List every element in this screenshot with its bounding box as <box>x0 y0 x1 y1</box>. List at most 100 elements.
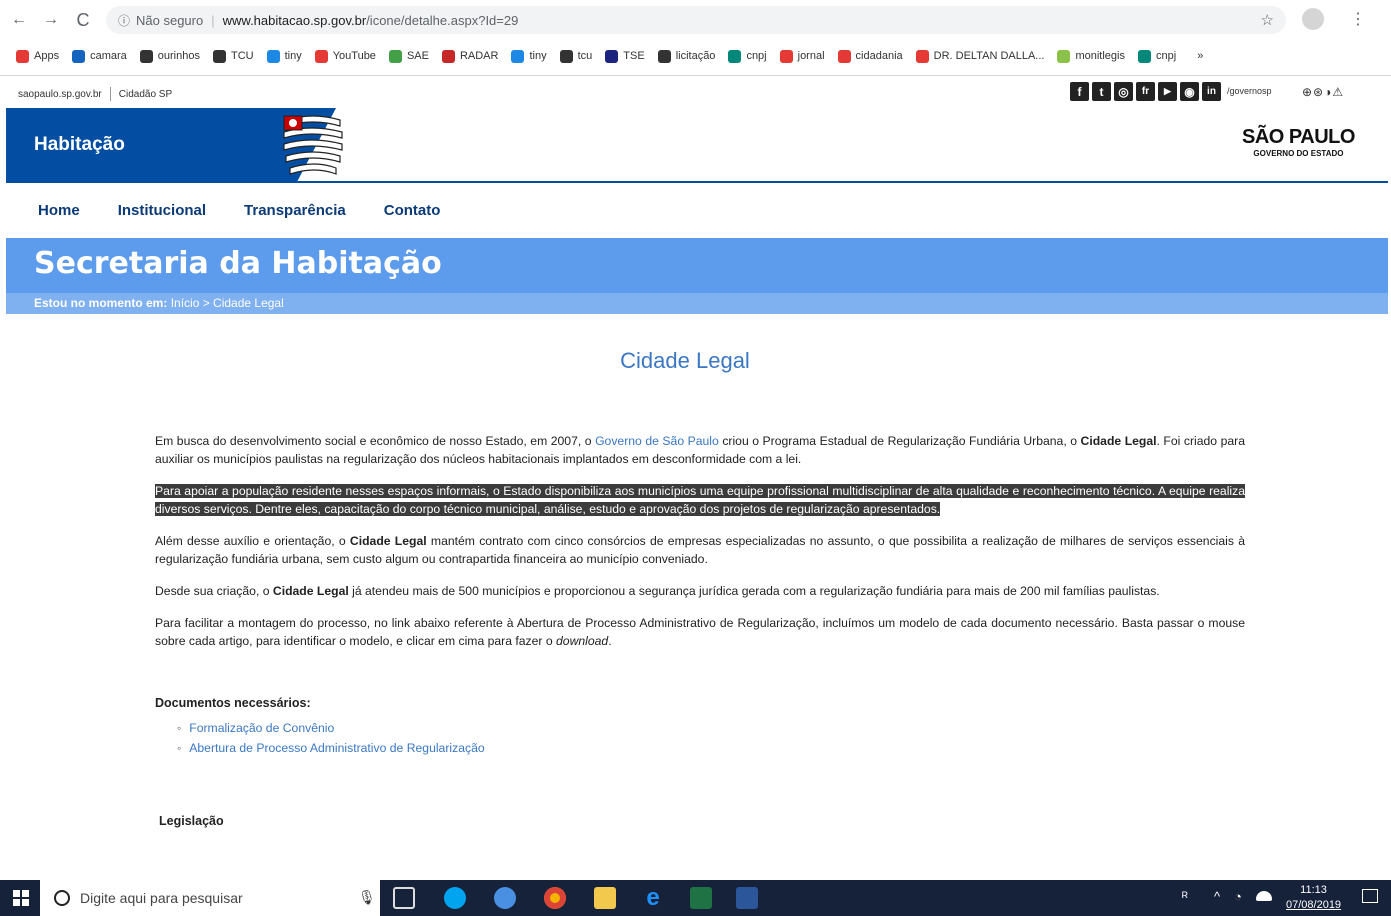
citizen-link[interactable]: Cidadão SP <box>119 89 172 100</box>
bookmark-favicon-icon <box>657 49 671 63</box>
bookmarks-bar: Apps camara ourinhos TCU tiny YouTube SAE RADAR… <box>0 40 1391 72</box>
bookmark-item[interactable]: DR. DELTAN DALLA... <box>915 49 1045 63</box>
breadcrumb-prefix: Estou no momento em: <box>34 296 168 310</box>
bookmark-item[interactable]: RADAR <box>441 49 499 63</box>
bookmark-favicon-icon <box>605 49 619 63</box>
facebook-icon[interactable]: f <box>1070 82 1089 101</box>
bookmark-favicon-icon <box>388 49 402 63</box>
bookmark-favicon-icon <box>1057 49 1071 63</box>
bookmark-item[interactable]: tiny <box>511 49 547 63</box>
bookmark-label: cnpj <box>1156 50 1177 62</box>
sp-flag-icon <box>283 115 343 175</box>
periscope-icon[interactable]: ◉ <box>1180 82 1199 101</box>
site-title[interactable]: Habitação <box>34 134 125 156</box>
bookmark-item[interactable]: Apps <box>16 49 60 63</box>
flickr-icon[interactable]: fr <box>1136 82 1155 101</box>
forward-button[interactable]: → <box>38 7 64 33</box>
bookmark-item[interactable]: licitação <box>657 49 715 63</box>
main-nav: Home Institucional Transparência Contato <box>6 190 1388 230</box>
bookmarks-more-icon[interactable]: » <box>1197 50 1203 62</box>
taskbar-clock[interactable]: 11:13 07/08/2019 <box>1286 883 1341 913</box>
bookmark-label: DR. DELTAN DALLA... <box>933 50 1045 62</box>
bookmark-favicon-icon <box>212 49 226 63</box>
site-header: Habitação SÃO PAULO GOVERNO DO ESTADO <box>6 108 1388 183</box>
accessibility-icons[interactable]: ⊕⊛◑⚠ <box>1302 85 1344 99</box>
youtube-icon[interactable]: ▶ <box>1158 82 1177 101</box>
microphone-icon[interactable]: 🎙 <box>358 889 376 906</box>
bookmark-item[interactable]: tcu <box>559 49 592 63</box>
skype-icon[interactable] <box>444 887 466 909</box>
bookmark-label: TSE <box>623 50 645 62</box>
security-label: Não seguro <box>136 12 204 28</box>
taskbar-search[interactable]: Digite aqui para pesquisar 🎙 <box>40 880 380 916</box>
edge-icon[interactable]: e <box>642 886 664 910</box>
bookmark-item[interactable]: ourinhos <box>139 49 200 63</box>
app-icon[interactable] <box>494 887 516 909</box>
info-icon[interactable]: ⓘ <box>118 12 130 29</box>
tray-chevron-icon[interactable]: ^ <box>1214 889 1220 904</box>
nav-institucional[interactable]: Institucional <box>118 202 206 219</box>
nav-contato[interactable]: Contato <box>384 202 441 219</box>
bookmark-item[interactable]: cnpj <box>1138 49 1177 63</box>
bookmark-favicon-icon <box>837 49 851 63</box>
windows-start-icon[interactable] <box>13 890 29 906</box>
bookmark-item[interactable]: tiny <box>266 49 302 63</box>
instagram-icon[interactable]: ◎ <box>1114 82 1133 101</box>
bookmark-item[interactable]: cidadania <box>837 49 903 63</box>
wifi-icon[interactable]: ◔ <box>1234 889 1242 904</box>
search-placeholder: Digite aqui para pesquisar <box>80 890 243 906</box>
bookmark-favicon-icon <box>441 49 455 63</box>
file-explorer-icon[interactable] <box>594 887 616 909</box>
weather-cloud-icon[interactable] <box>1256 891 1272 901</box>
paragraph-3: Além desse auxílio e orientação, o Cidad… <box>155 534 1245 566</box>
word-icon[interactable] <box>736 887 758 909</box>
bookmark-label: Apps <box>34 50 60 62</box>
main-content: Cidade Legal Em busca do desenvolvimento… <box>155 330 1245 828</box>
sao-paulo-logo[interactable]: SÃO PAULO GOVERNO DO ESTADO <box>1242 126 1355 158</box>
people-icon[interactable]: ᴿ <box>1182 889 1188 904</box>
bookmark-label: YouTube <box>332 50 376 62</box>
linkedin-icon[interactable]: in <box>1202 82 1221 101</box>
banner-title: Secretaria da Habitação <box>34 246 442 281</box>
address-row: ← → C ⓘ Não seguro | www.habitacao.sp.go… <box>0 0 1391 40</box>
notifications-icon[interactable] <box>1362 889 1378 903</box>
bookmark-item[interactable]: jornal <box>779 49 825 63</box>
back-button[interactable]: ← <box>6 7 32 33</box>
bookmark-item[interactable]: TCU <box>212 49 254 63</box>
documents-heading: Documentos necessários: <box>155 696 311 710</box>
nav-home[interactable]: Home <box>38 202 80 219</box>
site-link[interactable]: saopaulo.sp.gov.br <box>18 89 102 100</box>
gov-top-strip: saopaulo.sp.gov.br Cidadão SP f t ◎ fr ▶… <box>6 82 1388 106</box>
bookmark-label: ourinhos <box>157 50 200 62</box>
doc-link-convenio[interactable]: Formalização de Convênio <box>177 718 1245 738</box>
address-bar[interactable]: ⓘ Não seguro | www.habitacao.sp.gov.br /… <box>106 6 1286 34</box>
twitter-icon[interactable]: t <box>1092 82 1111 101</box>
breadcrumb-path[interactable]: Início > Cidade Legal <box>171 296 284 310</box>
paragraph-2: Para apoiar a população residente nesses… <box>155 482 1245 518</box>
reload-button[interactable]: C <box>70 7 96 33</box>
menu-kebab-icon[interactable]: ⋮ <box>1350 9 1366 29</box>
paragraph-4: Desde sua criação, o Cidade Legal já ate… <box>155 584 1160 598</box>
bookmark-item[interactable]: TSE <box>605 49 645 63</box>
bookmark-item[interactable]: camara <box>72 49 127 63</box>
bookmark-item[interactable]: SAE <box>388 49 429 63</box>
governo-link[interactable]: Governo de São Paulo <box>595 434 719 448</box>
profile-avatar[interactable] <box>1302 8 1324 30</box>
bookmark-item[interactable]: YouTube <box>314 49 376 63</box>
doc-link-abertura[interactable]: Abertura de Processo Administrativo de R… <box>177 738 1245 758</box>
bookmark-item[interactable]: cnpj <box>728 49 767 63</box>
bookmark-label: RADAR <box>459 50 499 62</box>
bookmark-label: monitlegis <box>1075 50 1125 62</box>
bookmark-favicon-icon <box>72 49 86 63</box>
star-icon[interactable]: ☆ <box>1261 11 1274 29</box>
chrome-icon[interactable] <box>544 887 566 909</box>
breadcrumb: Estou no momento em: Início > Cidade Leg… <box>6 293 1388 314</box>
excel-icon[interactable] <box>690 887 712 909</box>
bookmark-favicon-icon <box>915 49 929 63</box>
task-view-icon[interactable] <box>393 887 415 909</box>
bookmark-label: TCU <box>230 50 254 62</box>
bookmark-item[interactable]: monitlegis <box>1057 49 1125 63</box>
nav-transparencia[interactable]: Transparência <box>244 202 346 219</box>
bookmark-label: cidadania <box>855 50 903 62</box>
social-handle: /governosp <box>1227 86 1272 96</box>
